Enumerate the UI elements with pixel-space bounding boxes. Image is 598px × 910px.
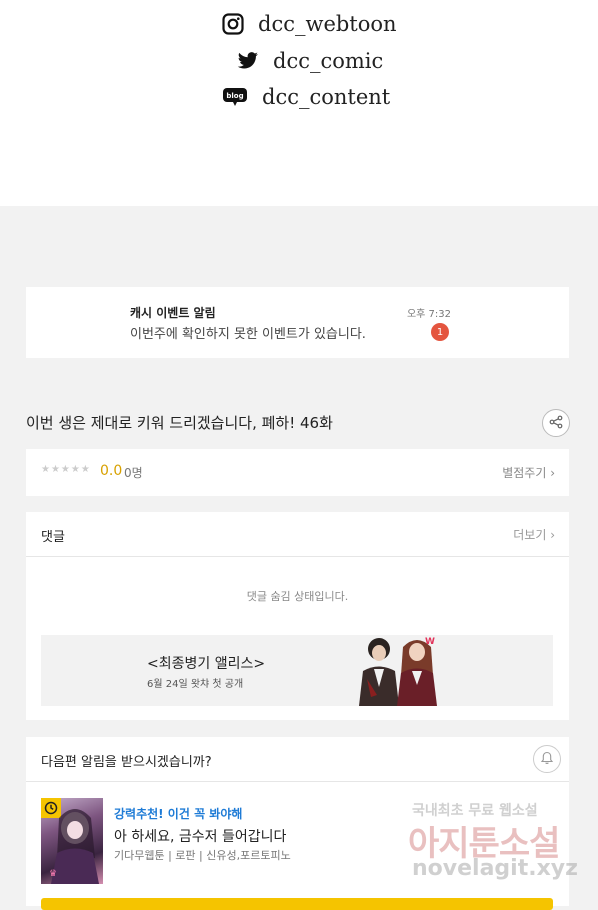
twitter-handle: dcc_comic bbox=[273, 49, 384, 73]
social-section: dcc_webtoon dcc_comic blog dcc_content bbox=[0, 0, 598, 206]
instagram-handle: dcc_webtoon bbox=[258, 12, 397, 36]
banner-characters-image: W bbox=[347, 635, 453, 706]
bottom-action-bar[interactable] bbox=[41, 898, 553, 910]
blog-icon-text: blog bbox=[226, 91, 244, 100]
cash-event-notice[interactable]: 캐시 이벤트 알림 이번주에 확인하지 못한 이벤트가 있습니다. 오후 7:3… bbox=[26, 287, 569, 358]
divider bbox=[26, 781, 569, 782]
rating-value: 0.0 bbox=[100, 463, 123, 479]
notice-body: 이번주에 확인하지 못한 이벤트가 있습니다. bbox=[130, 327, 366, 342]
episode-title: 이번 생은 제대로 키워 드리겠습니다, 폐하! 46화 bbox=[26, 414, 333, 432]
comments-title: 댓글 bbox=[41, 530, 65, 545]
watcha-logo: W bbox=[425, 637, 435, 647]
rating-card: ★★★★★ 0.0 0명 별점주기 › bbox=[26, 449, 569, 496]
recommend-thumbnail[interactable]: ♛ bbox=[41, 798, 103, 884]
recommend-title[interactable]: 아 하세요, 금수저 들어갑니다 bbox=[114, 826, 286, 846]
notice-title: 캐시 이벤트 알림 bbox=[130, 306, 216, 320]
banner-subtitle: 6월 24일 왓챠 첫 공개 bbox=[147, 679, 244, 690]
instagram-link[interactable]: dcc_webtoon bbox=[222, 12, 397, 36]
notify-bell-button[interactable] bbox=[533, 745, 561, 773]
notice-time: 오후 7:32 bbox=[406, 309, 451, 320]
blog-link[interactable]: blog dcc_content bbox=[222, 85, 390, 109]
recommend-meta: 기다무웹툰 | 로판 | 신유성,포르토피노 bbox=[114, 849, 291, 862]
bell-icon bbox=[540, 750, 554, 769]
instagram-icon bbox=[222, 13, 244, 35]
next-alert-card: 다음편 알림을 받으시겠습니까? ♛ 강력추천! 이건 꼭 봐야해 아 하세요,… bbox=[26, 737, 569, 906]
comments-card: 댓글 더보기 › 댓글 숨김 상태입니다. <최종병기 앨리스> 6월 24일 … bbox=[26, 512, 569, 720]
recommend-tag: 강력추천! 이건 꼭 봐야해 bbox=[114, 807, 243, 821]
share-button[interactable] bbox=[542, 409, 570, 437]
blog-icon: blog bbox=[222, 86, 248, 108]
rating-stars: ★★★★★ bbox=[41, 464, 91, 475]
comments-more-button[interactable]: 더보기 › bbox=[513, 526, 555, 543]
comments-hidden-message: 댓글 숨김 상태입니다. bbox=[246, 590, 349, 603]
rate-button[interactable]: 별점주기 › bbox=[502, 464, 555, 481]
rating-count: 0명 bbox=[124, 466, 143, 480]
next-alert-title: 다음편 알림을 받으시겠습니까? bbox=[41, 755, 212, 770]
notice-count-badge: 1 bbox=[431, 323, 449, 341]
promo-banner[interactable]: <최종병기 앨리스> 6월 24일 왓챠 첫 공개 W bbox=[41, 635, 553, 706]
twitter-link[interactable]: dcc_comic bbox=[237, 49, 383, 73]
divider bbox=[26, 556, 569, 557]
svg-text:♛: ♛ bbox=[49, 869, 57, 879]
share-icon bbox=[549, 414, 563, 433]
blog-handle: dcc_content bbox=[262, 85, 391, 109]
banner-title: <최종병기 앨리스> bbox=[147, 656, 266, 672]
twitter-icon bbox=[237, 50, 259, 72]
